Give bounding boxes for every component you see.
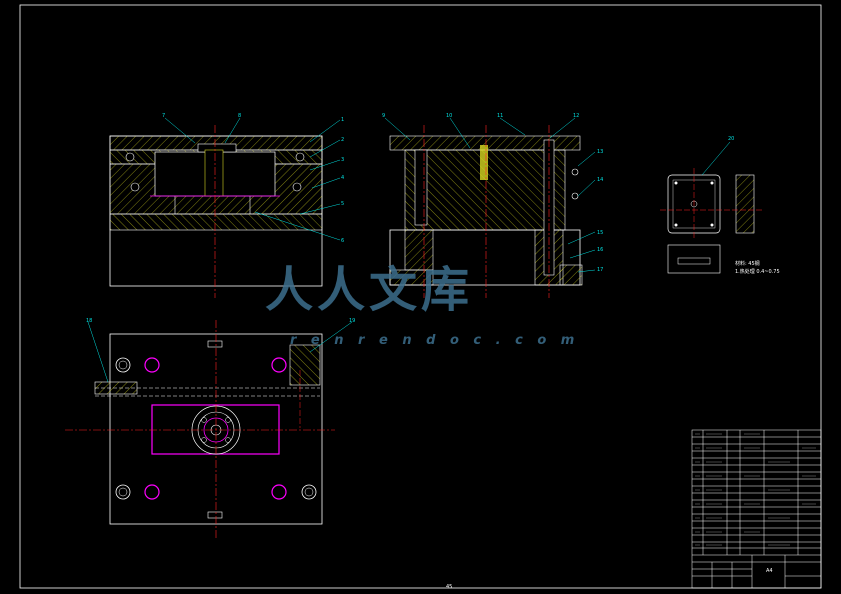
detail-part-view	[660, 141, 762, 274]
balloon-8: 8	[238, 113, 241, 119]
balloon-13: 13	[597, 149, 603, 155]
balloon-1: 1	[341, 117, 344, 123]
balloon-16: 16	[597, 247, 603, 253]
balloon-20: 20	[728, 136, 734, 142]
balloon-7: 7	[162, 113, 165, 119]
balloon-12: 12	[573, 113, 579, 119]
balloon-11: 11	[497, 113, 503, 119]
balloon-10: 10	[446, 113, 452, 119]
balloon-5: 5	[341, 201, 344, 207]
watermark-logo-text: 人人文库	[265, 262, 474, 318]
balloon-4: 4	[341, 175, 344, 181]
balloon-9: 9	[382, 113, 385, 119]
page-number: 45	[446, 584, 453, 590]
balloon-18: 18	[86, 318, 92, 324]
side-view-legend-line-1: 材料: 45钢	[735, 261, 760, 267]
title-block	[691, 429, 822, 589]
balloon-14: 14	[597, 177, 603, 183]
balloon-15: 15	[597, 230, 603, 236]
balloon-3: 3	[341, 157, 344, 163]
balloon-2: 2	[341, 137, 344, 143]
balloon-6: 6	[341, 238, 344, 244]
title-block-label: A4	[766, 568, 773, 574]
balloon-17: 17	[597, 267, 603, 273]
side-view-legend-line-2: 1.热处理 0.4~0.75	[735, 269, 780, 275]
plan-view	[65, 320, 353, 540]
watermark-url: r e n r e n d o c . c o m	[290, 333, 580, 348]
